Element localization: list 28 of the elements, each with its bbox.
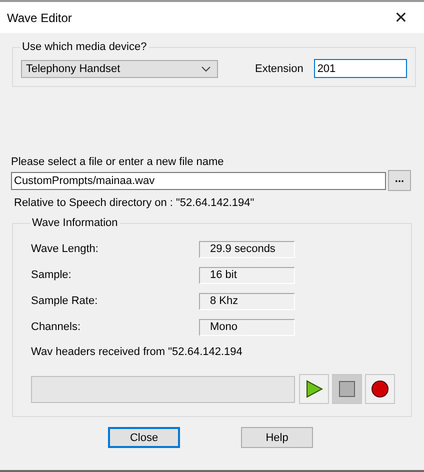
file-label: Please select a file or enter a new file name [11, 156, 225, 168]
record-button[interactable] [365, 374, 395, 404]
browse-button[interactable]: ... [388, 170, 411, 191]
directory-info: Relative to Speech directory on : "52.64.142.194" [14, 197, 256, 209]
field-value: 29.9 seconds [199, 240, 295, 258]
stop-icon [339, 381, 355, 397]
window-title: Wave Editor [7, 10, 72, 24]
field-label: Channels: [31, 321, 82, 333]
field-value: Mono [199, 318, 295, 336]
group-title: Use which media device? [21, 41, 148, 53]
group-title: Wave Information [31, 217, 119, 229]
field-value: 8 Khz [199, 292, 295, 310]
device-dropdown[interactable]: Telephony Handset [21, 60, 218, 78]
record-icon [371, 380, 389, 398]
close-dialog-button[interactable]: Close [108, 427, 180, 448]
field-label: Sample: [31, 269, 72, 281]
extension-label: Extension [255, 62, 304, 74]
help-button[interactable]: Help [241, 427, 313, 448]
chevron-icon [201, 66, 211, 72]
file-name-field[interactable]: CustomPrompts/mainaa.wav [11, 172, 386, 190]
field-label: Sample Rate: [31, 295, 99, 307]
field-value: 16 bit [199, 266, 295, 284]
close-button[interactable]: ✕ [378, 2, 424, 33]
extension-field[interactable]: 201 [314, 59, 408, 78]
headers-info: Wav headers received from "52.64.142.194 [31, 346, 244, 358]
play-icon [305, 380, 323, 398]
play-button[interactable] [299, 374, 329, 404]
field-label: Wave Length: [31, 243, 100, 255]
